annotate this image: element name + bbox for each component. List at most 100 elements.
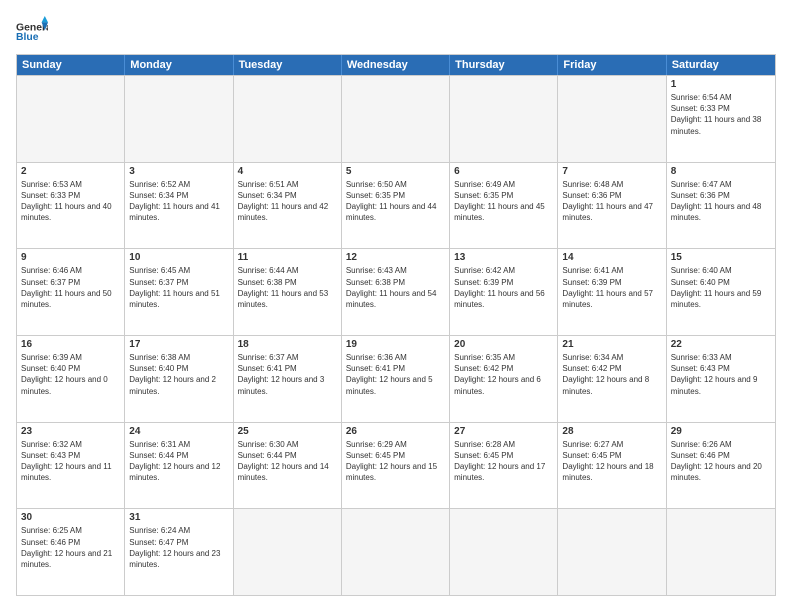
day-number: 4 xyxy=(238,166,337,177)
sun-info: Sunrise: 6:35 AMSunset: 6:42 PMDaylight:… xyxy=(454,352,553,397)
sun-info: Sunrise: 6:28 AMSunset: 6:45 PMDaylight:… xyxy=(454,439,553,484)
calendar-day-5: 5Sunrise: 6:50 AMSunset: 6:35 PMDaylight… xyxy=(342,163,450,249)
day-number: 21 xyxy=(562,339,661,350)
sun-info: Sunrise: 6:43 AMSunset: 6:38 PMDaylight:… xyxy=(346,265,445,310)
calendar-day-empty xyxy=(125,76,233,162)
day-number: 16 xyxy=(21,339,120,350)
day-header-monday: Monday xyxy=(125,55,233,75)
calendar-day-9: 9 Sunrise: 6:46 AMSunset: 6:37 PMDaylight… xyxy=(17,249,125,335)
day-number: 19 xyxy=(346,339,445,350)
sun-info: Sunrise: 6:39 AMSunset: 6:40 PMDaylight:… xyxy=(21,352,120,397)
sun-info: Sunrise: 6:45 AMSunset: 6:37 PMDaylight:… xyxy=(129,265,228,310)
calendar-day-18: 18 Sunrise: 6:37 AMSunset: 6:41 PMDayligh… xyxy=(234,336,342,422)
calendar-day-3: 3 Sunrise: 6:52 AMSunset: 6:34 PMDaylight… xyxy=(125,163,233,249)
day-number: 9 xyxy=(21,252,120,263)
calendar-day-21: 21 Sunrise: 6:34 AMSunset: 6:42 PMDayligh… xyxy=(558,336,666,422)
sun-info: Sunrise: 6:52 AMSunset: 6:34 PMDaylight:… xyxy=(129,179,228,224)
day-number: 27 xyxy=(454,426,553,437)
calendar-day-17: 17 Sunrise: 6:38 AMSunset: 6:40 PMDayligh… xyxy=(125,336,233,422)
sun-info: Sunrise: 6:32 AMSunset: 6:43 PMDaylight:… xyxy=(21,439,120,484)
day-number: 3 xyxy=(129,166,228,177)
day-header-tuesday: Tuesday xyxy=(234,55,342,75)
day-number: 6 xyxy=(454,166,553,177)
day-number: 31 xyxy=(129,512,228,523)
calendar-week-6: 30Sunrise: 6:25 AMSunset: 6:46 PMDayligh… xyxy=(17,508,775,595)
sun-info: Sunrise: 6:27 AMSunset: 6:45 PMDaylight:… xyxy=(562,439,661,484)
calendar-week-3: 9 Sunrise: 6:46 AMSunset: 6:37 PMDaylight… xyxy=(17,248,775,335)
calendar-day-empty xyxy=(667,509,775,595)
sun-info: Sunrise: 6:24 AMSunset: 6:47 PMDaylight:… xyxy=(129,525,228,570)
sun-info: Sunrise: 6:41 AMSunset: 6:39 PMDaylight:… xyxy=(562,265,661,310)
day-number: 8 xyxy=(671,166,771,177)
sun-info: Sunrise: 6:31 AMSunset: 6:44 PMDaylight:… xyxy=(129,439,228,484)
day-number: 25 xyxy=(238,426,337,437)
calendar-day-25: 25Sunrise: 6:30 AMSunset: 6:44 PMDayligh… xyxy=(234,423,342,509)
calendar-day-16: 16 Sunrise: 6:39 AMSunset: 6:40 PMDayligh… xyxy=(17,336,125,422)
day-number: 5 xyxy=(346,166,445,177)
calendar-day-27: 27 Sunrise: 6:28 AMSunset: 6:45 PMDayligh… xyxy=(450,423,558,509)
calendar-day-6: 6 Sunrise: 6:49 AMSunset: 6:35 PMDaylight… xyxy=(450,163,558,249)
day-number: 26 xyxy=(346,426,445,437)
calendar-day-1: 1 Sunrise: 6:54 AMSunset: 6:33 PMDaylight… xyxy=(667,76,775,162)
calendar-day-26: 26 Sunrise: 6:29 AMSunset: 6:45 PMDayligh… xyxy=(342,423,450,509)
day-number: 1 xyxy=(671,79,771,90)
sun-info: Sunrise: 6:42 AMSunset: 6:39 PMDaylight:… xyxy=(454,265,553,310)
calendar-day-7: 7 Sunrise: 6:48 AMSunset: 6:36 PMDaylight… xyxy=(558,163,666,249)
day-header-saturday: Saturday xyxy=(667,55,775,75)
calendar-day-12: 12 Sunrise: 6:43 AMSunset: 6:38 PMDayligh… xyxy=(342,249,450,335)
calendar-day-empty xyxy=(342,509,450,595)
calendar-week-4: 16 Sunrise: 6:39 AMSunset: 6:40 PMDayligh… xyxy=(17,335,775,422)
day-number: 23 xyxy=(21,426,120,437)
sun-info: Sunrise: 6:38 AMSunset: 6:40 PMDaylight:… xyxy=(129,352,228,397)
day-header-thursday: Thursday xyxy=(450,55,558,75)
day-number: 2 xyxy=(21,166,120,177)
sun-info: Sunrise: 6:29 AMSunset: 6:45 PMDaylight:… xyxy=(346,439,445,484)
calendar-week-2: 2 Sunrise: 6:53 AMSunset: 6:33 PMDaylight… xyxy=(17,162,775,249)
calendar-day-19: 19 Sunrise: 6:36 AMSunset: 6:41 PMDayligh… xyxy=(342,336,450,422)
sun-info: Sunrise: 6:48 AMSunset: 6:36 PMDaylight:… xyxy=(562,179,661,224)
day-number: 29 xyxy=(671,426,771,437)
logo: General Blue xyxy=(16,16,48,44)
calendar-day-empty xyxy=(17,76,125,162)
calendar-day-31: 31 Sunrise: 6:24 AMSunset: 6:47 PMDayligh… xyxy=(125,509,233,595)
calendar-day-empty xyxy=(450,76,558,162)
day-number: 14 xyxy=(562,252,661,263)
page-header: General Blue xyxy=(16,16,776,44)
calendar-day-23: 23 Sunrise: 6:32 AMSunset: 6:43 PMDayligh… xyxy=(17,423,125,509)
sun-info: Sunrise: 6:34 AMSunset: 6:42 PMDaylight:… xyxy=(562,352,661,397)
day-number: 10 xyxy=(129,252,228,263)
day-number: 7 xyxy=(562,166,661,177)
day-number: 17 xyxy=(129,339,228,350)
calendar-day-empty xyxy=(558,76,666,162)
day-header-wednesday: Wednesday xyxy=(342,55,450,75)
calendar-week-1: 1 Sunrise: 6:54 AMSunset: 6:33 PMDaylight… xyxy=(17,75,775,162)
calendar-day-empty xyxy=(558,509,666,595)
svg-text:Blue: Blue xyxy=(16,32,39,43)
calendar-day-29: 29Sunrise: 6:26 AMSunset: 6:46 PMDayligh… xyxy=(667,423,775,509)
calendar-day-empty xyxy=(450,509,558,595)
sun-info: Sunrise: 6:49 AMSunset: 6:35 PMDaylight:… xyxy=(454,179,553,224)
calendar-day-13: 13 Sunrise: 6:42 AMSunset: 6:39 PMDayligh… xyxy=(450,249,558,335)
sun-info: Sunrise: 6:53 AMSunset: 6:33 PMDaylight:… xyxy=(21,179,120,224)
calendar-day-20: 20Sunrise: 6:35 AMSunset: 6:42 PMDayligh… xyxy=(450,336,558,422)
sun-info: Sunrise: 6:36 AMSunset: 6:41 PMDaylight:… xyxy=(346,352,445,397)
day-number: 30 xyxy=(21,512,120,523)
sun-info: Sunrise: 6:46 AMSunset: 6:37 PMDaylight:… xyxy=(21,265,120,310)
calendar-day-30: 30Sunrise: 6:25 AMSunset: 6:46 PMDayligh… xyxy=(17,509,125,595)
calendar-day-4: 4Sunrise: 6:51 AMSunset: 6:34 PMDaylight… xyxy=(234,163,342,249)
day-number: 18 xyxy=(238,339,337,350)
day-number: 22 xyxy=(671,339,771,350)
day-number: 13 xyxy=(454,252,553,263)
day-header-friday: Friday xyxy=(558,55,666,75)
calendar-header: SundayMondayTuesdayWednesdayThursdayFrid… xyxy=(17,55,775,75)
day-number: 28 xyxy=(562,426,661,437)
sun-info: Sunrise: 6:44 AMSunset: 6:38 PMDaylight:… xyxy=(238,265,337,310)
day-number: 11 xyxy=(238,252,337,263)
sun-info: Sunrise: 6:37 AMSunset: 6:41 PMDaylight:… xyxy=(238,352,337,397)
sun-info: Sunrise: 6:40 AMSunset: 6:40 PMDaylight:… xyxy=(671,265,771,310)
calendar-day-empty xyxy=(234,509,342,595)
day-number: 12 xyxy=(346,252,445,263)
day-header-sunday: Sunday xyxy=(17,55,125,75)
sun-info: Sunrise: 6:54 AMSunset: 6:33 PMDaylight:… xyxy=(671,92,771,137)
sun-info: Sunrise: 6:33 AMSunset: 6:43 PMDaylight:… xyxy=(671,352,771,397)
